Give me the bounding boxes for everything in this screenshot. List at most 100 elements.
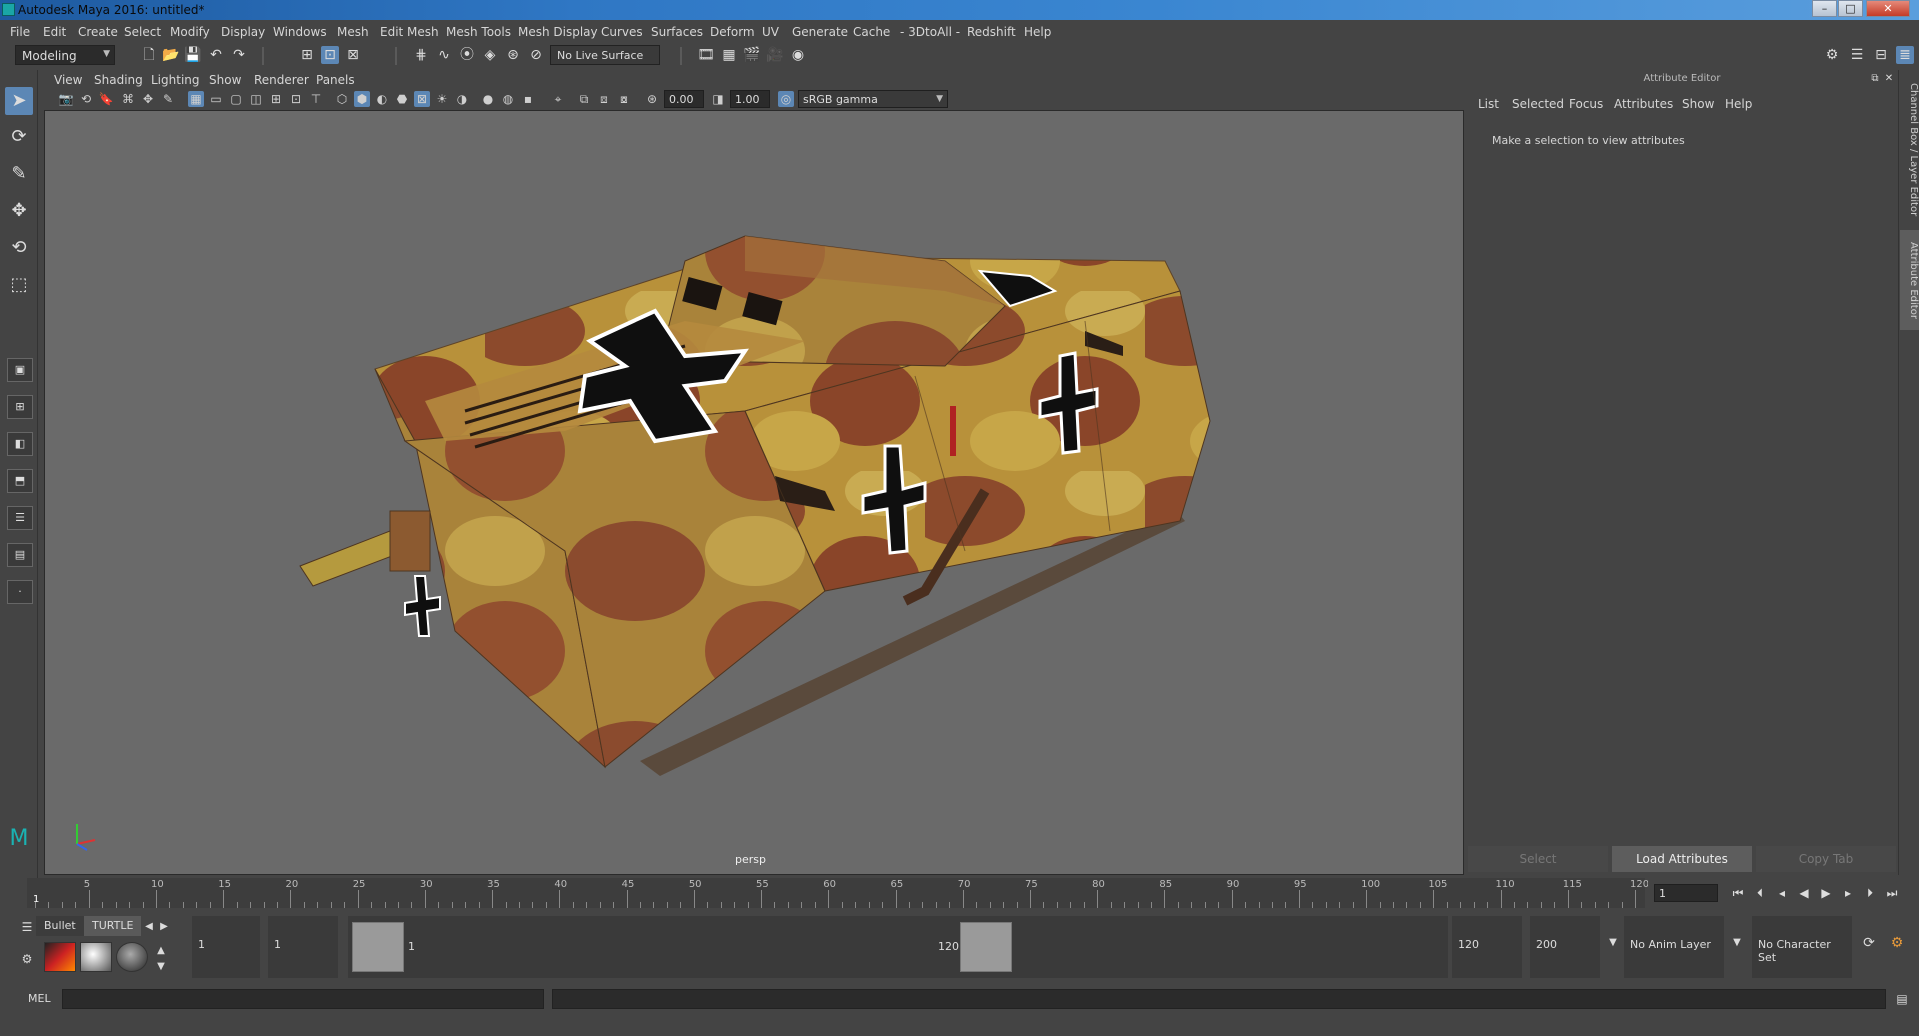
attribute-editor-toggle-icon[interactable]: ☰ <box>1848 46 1866 64</box>
ipr-render-icon[interactable]: 🎥 <box>766 46 784 64</box>
gate-mask-icon[interactable]: ◫ <box>248 91 264 107</box>
step-back-key-icon[interactable]: ⏴ <box>1752 885 1768 901</box>
ae-select-button[interactable]: Select <box>1468 846 1608 872</box>
ae-load-attributes-button[interactable]: Load Attributes <box>1612 846 1752 872</box>
smooth-shade-icon[interactable]: ⬢ <box>354 91 370 107</box>
ae-menu-help[interactable]: Help <box>1725 97 1752 111</box>
film-gate-icon[interactable]: ▭ <box>208 91 224 107</box>
gamma-icon[interactable]: ◨ <box>710 91 726 107</box>
render-view-icon[interactable]: ▦ <box>720 46 738 64</box>
resolution-gate-icon[interactable]: ▢ <box>228 91 244 107</box>
more-layouts-icon[interactable]: · <box>7 580 33 604</box>
menu-cache[interactable]: Cache <box>853 25 890 39</box>
render-current-icon[interactable]: 🎬 <box>743 46 761 64</box>
panel-menu-lighting[interactable]: Lighting <box>151 73 200 87</box>
xray-joints-icon[interactable]: ⧈ <box>596 91 612 107</box>
camera-tools-icon[interactable]: ⟲ <box>78 91 94 107</box>
shelf-scroll-down-icon[interactable]: ▼ <box>152 958 170 976</box>
snap-grid-icon[interactable]: ⋕ <box>412 46 430 64</box>
animation-preferences-icon[interactable]: ⚙ <box>1888 934 1906 952</box>
shadows-icon[interactable]: ◑ <box>454 91 470 107</box>
undo-icon[interactable]: ↶ <box>207 46 225 64</box>
screen-space-ao-icon[interactable]: ● <box>480 91 496 107</box>
menu-file[interactable]: File <box>10 25 30 39</box>
menu-redshift[interactable]: Redshift <box>967 25 1016 39</box>
persp-outliner-layout-icon[interactable]: ◧ <box>7 432 33 456</box>
rotate-tool-icon[interactable]: ⟲ <box>5 234 33 262</box>
image-plane-icon[interactable]: ⌘ <box>120 91 136 107</box>
menu-edit-mesh[interactable]: Edit Mesh <box>380 25 439 39</box>
command-input[interactable] <box>62 989 544 1009</box>
exposure-field[interactable]: 0.00 <box>664 90 704 108</box>
shelf-scroll-right-icon[interactable]: ▶ <box>155 918 173 936</box>
select-hierarchy-icon[interactable]: ⊞ <box>298 46 316 64</box>
turtle-shader-icon[interactable] <box>116 942 148 972</box>
isolate-select-icon[interactable]: ⌖ <box>550 91 566 107</box>
menu-mesh[interactable]: Mesh <box>337 25 369 39</box>
persp-viewport[interactable]: persp <box>44 110 1464 875</box>
panel-menu-shading[interactable]: Shading <box>94 73 143 87</box>
menu-edit[interactable]: Edit <box>43 25 66 39</box>
shelf-menu-icon[interactable]: ☰ <box>18 918 36 936</box>
menuset-dropdown[interactable]: Modeling ▼ <box>15 45 115 65</box>
safe-action-icon[interactable]: ⊡ <box>288 91 304 107</box>
menu-mesh-display[interactable]: Mesh Display <box>518 25 598 39</box>
chevron-down-icon[interactable]: ▼ <box>1604 934 1622 952</box>
ae-menu-list[interactable]: List <box>1478 97 1499 111</box>
new-scene-icon[interactable]: 🗋 <box>140 46 158 64</box>
range-end-handle[interactable] <box>960 922 1012 972</box>
shelf-tab-bullet[interactable]: Bullet <box>36 916 84 936</box>
menu-mesh-tools[interactable]: Mesh Tools <box>446 25 511 39</box>
render-settings-icon[interactable]: 🎞 <box>697 46 715 64</box>
go-to-start-icon[interactable]: ⏮ <box>1730 885 1746 901</box>
character-set-dropdown[interactable]: No Character Set <box>1752 916 1852 978</box>
ae-menu-show[interactable]: Show <box>1682 97 1714 111</box>
redo-icon[interactable]: ↷ <box>230 46 248 64</box>
ae-menu-attributes[interactable]: Attributes <box>1614 97 1673 111</box>
2d-pan-zoom-icon[interactable]: ✥ <box>140 91 156 107</box>
four-view-layout-icon[interactable]: ⊞ <box>7 395 33 419</box>
script-editor-icon[interactable]: ▤ <box>1893 990 1911 1008</box>
snap-curve-icon[interactable]: ∿ <box>435 46 453 64</box>
range-end-field[interactable]: 200 <box>1530 916 1600 978</box>
field-chart-icon[interactable]: ⊞ <box>268 91 284 107</box>
snap-point-icon[interactable]: ⦿ <box>458 46 476 64</box>
menu-3dtoall[interactable]: - 3DtoAll - <box>900 25 960 39</box>
time-slider[interactable]: 5 10 15 20 25 30 35 40 45 50 55 60 65 70 75 80 85 90 95 100… <box>27 878 1649 908</box>
select-object-icon[interactable]: ⊡ <box>321 46 339 64</box>
hypershade-icon[interactable]: ◉ <box>789 46 807 64</box>
menu-curves[interactable]: Curves <box>601 25 643 39</box>
menu-generate[interactable]: Generate <box>792 25 848 39</box>
snap-view-plane-icon[interactable]: ◈ <box>481 46 499 64</box>
save-scene-icon[interactable]: 💾 <box>184 46 202 64</box>
maximize-icon[interactable]: □ <box>1838 0 1863 17</box>
persp-graph-layout-icon[interactable]: ⬒ <box>7 469 33 493</box>
turtle-render-icon[interactable] <box>44 942 76 972</box>
default-material-icon[interactable]: ◐ <box>374 91 390 107</box>
view-transform-dropdown[interactable]: sRGB gamma ▼ <box>798 90 948 108</box>
lasso-tool-icon[interactable]: ⟳ <box>5 123 33 151</box>
step-forward-frame-icon[interactable]: ▸ <box>1840 885 1856 901</box>
menu-select[interactable]: Select <box>124 25 161 39</box>
wireframe-on-shaded-icon[interactable]: ⬣ <box>394 91 410 107</box>
tool-settings-icon[interactable]: ⊟ <box>1872 46 1890 64</box>
go-to-end-icon[interactable]: ⏭ <box>1884 885 1900 901</box>
move-tool-icon[interactable]: ✥ <box>5 197 33 225</box>
single-perspective-layout-icon[interactable]: ▣ <box>7 358 33 382</box>
exposure-icon[interactable]: ⊛ <box>644 91 660 107</box>
menu-windows[interactable]: Windows <box>273 25 327 39</box>
range-slider[interactable]: 1 120 <box>348 916 1448 978</box>
use-all-lights-icon[interactable]: ☀ <box>434 91 450 107</box>
open-scene-icon[interactable]: 📂 <box>162 46 180 64</box>
play-forward-icon[interactable]: ▶ <box>1818 885 1834 901</box>
menu-uv[interactable]: UV <box>762 25 779 39</box>
ae-menu-selected[interactable]: Selected <box>1512 97 1564 111</box>
channel-box-toggle-icon[interactable]: ≣ <box>1896 46 1914 64</box>
bookmark-icon[interactable]: 🔖 <box>98 91 114 107</box>
anti-aliasing-icon[interactable]: ▪ <box>520 91 536 107</box>
textured-icon[interactable]: ⊠ <box>414 91 430 107</box>
scale-tool-icon[interactable]: ⬚ <box>5 271 33 299</box>
snap-surface-icon[interactable]: ⊘ <box>527 46 545 64</box>
color-management-icon[interactable]: ◎ <box>778 91 794 107</box>
gamma-field[interactable]: 1.00 <box>730 90 770 108</box>
